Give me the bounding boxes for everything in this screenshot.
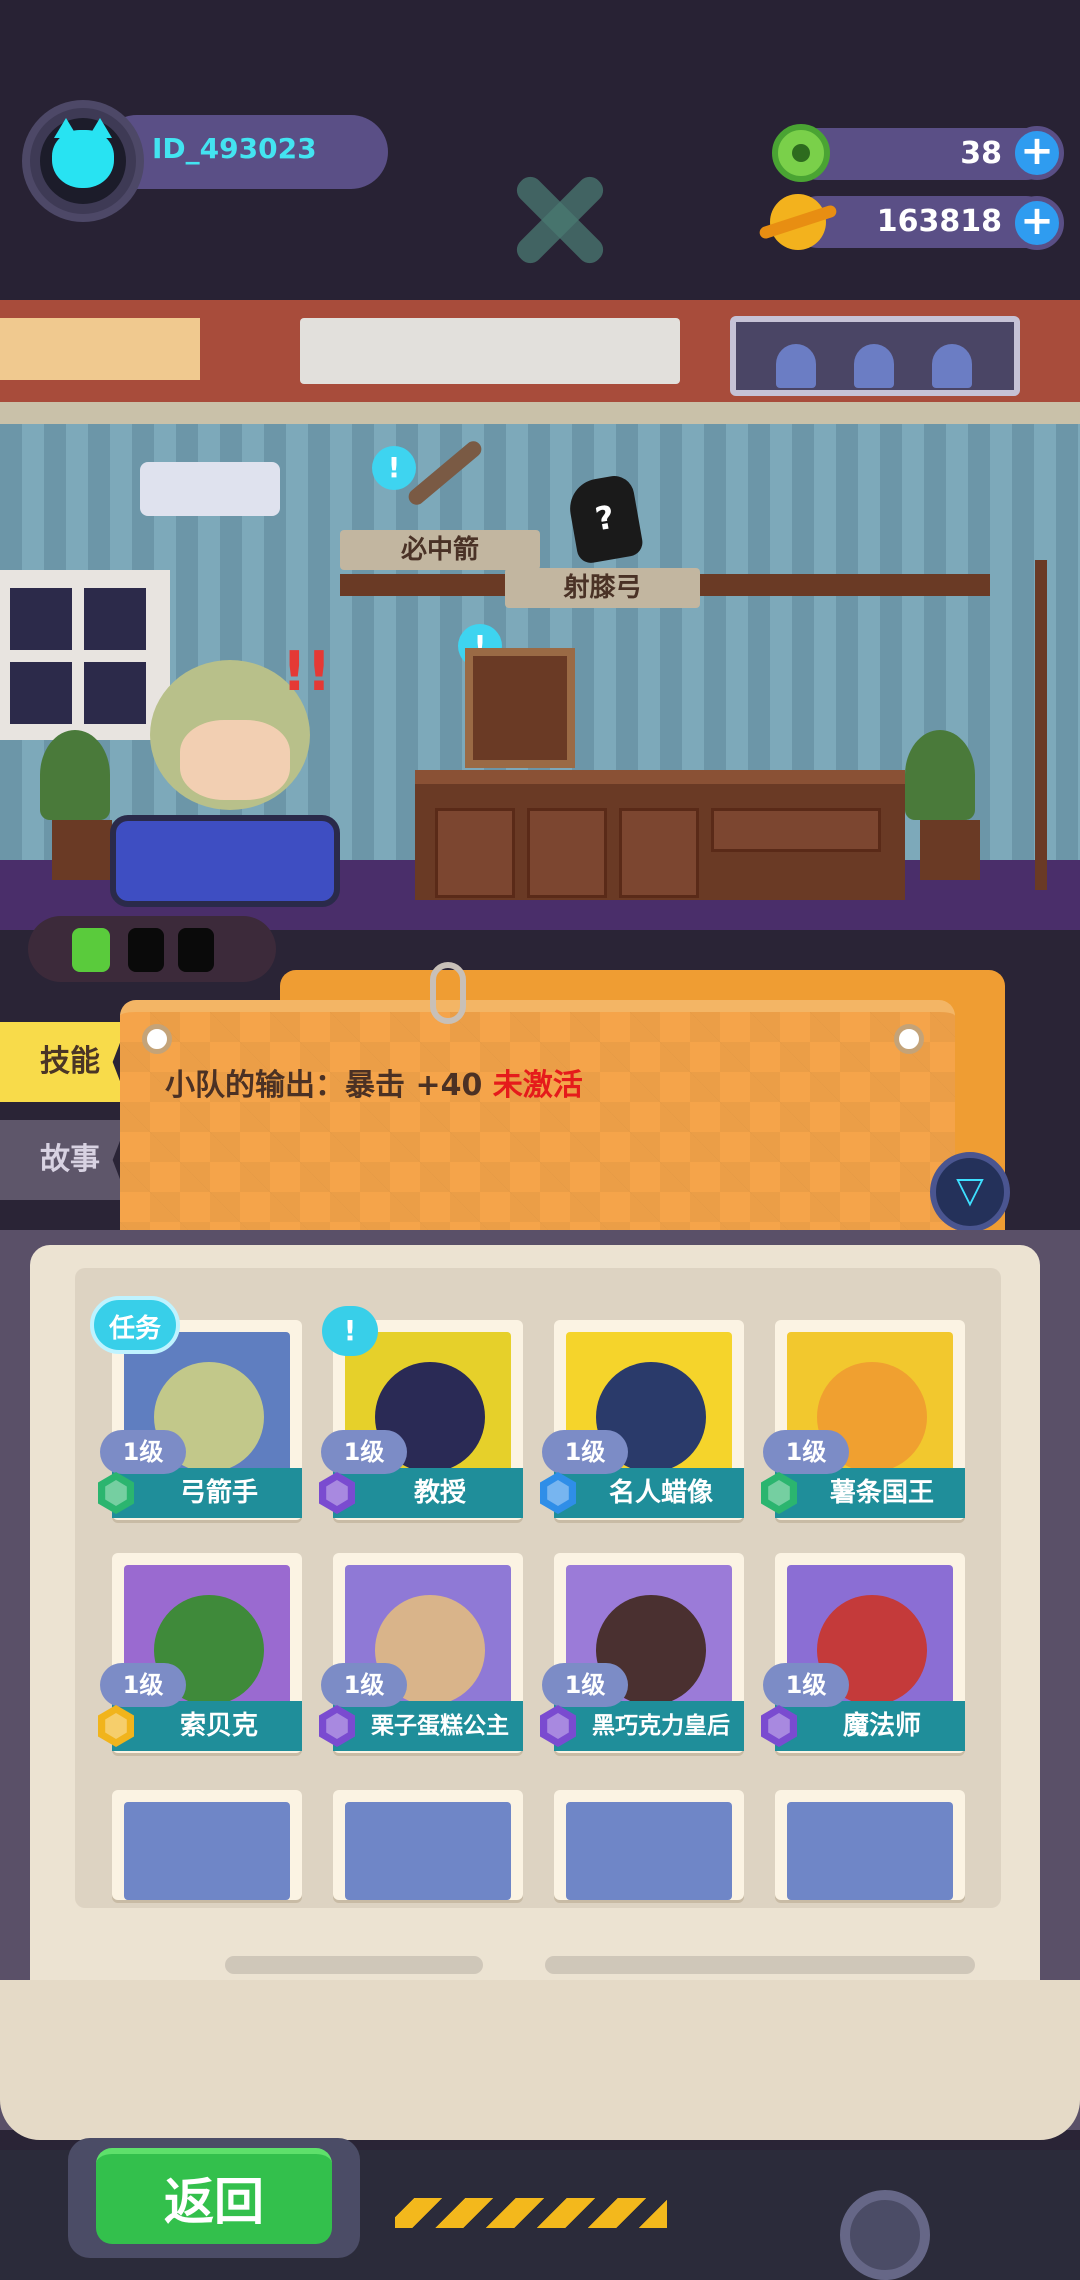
character-card[interactable]: 索贝克 1级 (98, 1553, 302, 1753)
task-badge[interactable]: 任务 (90, 1296, 180, 1354)
skill-board (120, 1000, 955, 1260)
character-name: 教授 (333, 1468, 523, 1518)
notice-badge[interactable]: ! (322, 1306, 378, 1356)
window (0, 570, 170, 740)
tab-story[interactable]: 故事 (0, 1120, 128, 1200)
battery-charged-icon (72, 928, 110, 972)
add-gems-button[interactable]: + (1010, 126, 1064, 180)
potted-plant-icon (905, 730, 975, 820)
character-card-partial[interactable] (333, 1790, 523, 1900)
coin-planet-icon (770, 194, 826, 250)
item-label-arrow[interactable]: 必中箭 (340, 530, 540, 570)
hazard-stripe (395, 2198, 667, 2228)
battery-empty-icon (178, 928, 214, 972)
character-card[interactable]: 薯条国王 1级 (761, 1320, 965, 1520)
character-name: 索贝克 (112, 1701, 302, 1751)
level-badge: 1级 (100, 1663, 186, 1707)
desk (415, 770, 905, 900)
level-badge: 1级 (321, 1430, 407, 1474)
character-card[interactable]: 栗子蛋糕公主 1级 (319, 1553, 523, 1753)
level-badge: 1级 (100, 1430, 186, 1474)
pin-icon (142, 1024, 172, 1054)
level-badge: 1级 (542, 1663, 628, 1707)
hero-alert-icon: !! (282, 640, 332, 703)
gear-icon (840, 2190, 930, 2280)
character-name: 黑巧克力皇后 (554, 1701, 744, 1751)
gem-count: 38 (960, 136, 1002, 171)
character-card[interactable]: 名人蜡像 1级 (540, 1320, 744, 1520)
character-name: 名人蜡像 (554, 1468, 744, 1518)
character-name: 薯条国王 (775, 1468, 965, 1518)
level-badge: 1级 (763, 1430, 849, 1474)
gem-donut-icon (772, 124, 830, 182)
item-alert-badge[interactable]: ! (372, 446, 416, 490)
ghost-icon (932, 344, 972, 388)
character-name: 魔法师 (775, 1701, 965, 1751)
player-id: ID_493023 (152, 132, 317, 165)
ghost-icon (854, 344, 894, 388)
picture-frame[interactable] (465, 648, 575, 768)
level-badge: 1级 (321, 1663, 407, 1707)
back-button[interactable]: 返回 (96, 2148, 332, 2244)
coat-rack (1035, 560, 1047, 890)
filter-button[interactable]: ▽ (930, 1152, 1010, 1232)
paper-clip-icon (430, 962, 466, 1024)
level-badge: 1级 (542, 1430, 628, 1474)
character-name: 弓箭手 (112, 1468, 302, 1518)
faded-text (225, 1956, 483, 1974)
ghost-display (730, 316, 1020, 396)
item-label-bow[interactable]: 射膝弓 (505, 568, 700, 608)
pin-icon (894, 1024, 924, 1054)
character-name: 栗子蛋糕公主 (333, 1701, 523, 1751)
character-card-partial[interactable] (112, 1790, 302, 1900)
ghost-icon (776, 344, 816, 388)
hero-machine (110, 815, 340, 907)
ceiling-fan (500, 160, 620, 280)
character-card-partial[interactable] (554, 1790, 744, 1900)
tab-skill[interactable]: 技能 (0, 1022, 128, 1102)
skill-status: 未激活 (492, 1068, 583, 1103)
add-coins-button[interactable]: + (1010, 196, 1064, 250)
character-card[interactable]: 黑巧克力皇后 1级 (540, 1553, 744, 1753)
skill-description: 小队的输出：暴击 +40 未激活 (165, 1068, 583, 1103)
ceiling-lamp-icon (140, 462, 280, 516)
potted-plant-icon (40, 730, 110, 820)
level-badge: 1级 (763, 1663, 849, 1707)
character-card-partial[interactable] (775, 1790, 965, 1900)
character-card[interactable]: 魔法师 1级 (761, 1553, 965, 1753)
battery-empty-icon (128, 928, 164, 972)
faded-text (545, 1956, 975, 1974)
coin-count: 163818 (876, 204, 1002, 239)
cat-avatar-icon (52, 118, 114, 188)
